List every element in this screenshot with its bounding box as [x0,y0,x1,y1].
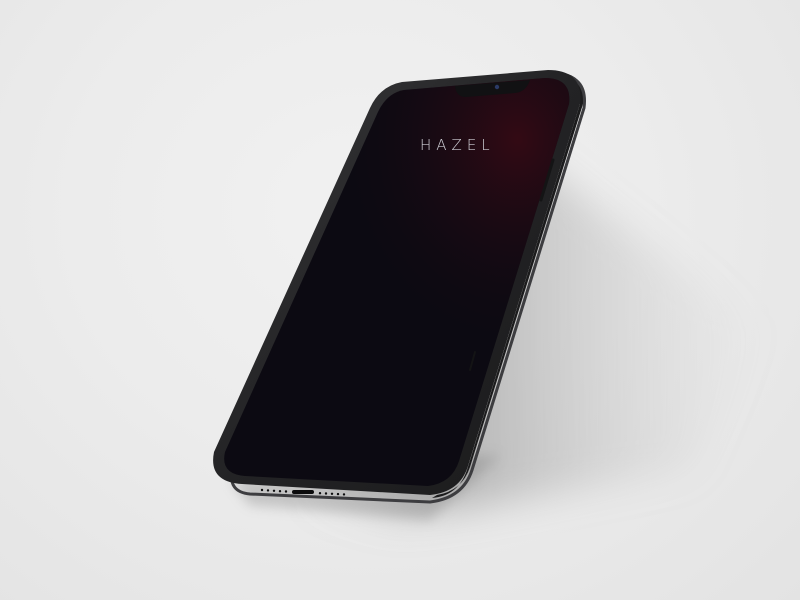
product-photo: HAZEL [0,0,800,600]
charging-port-icon [292,490,314,494]
phone-mockup: HAZEL [213,70,760,520]
brand-wordmark: HAZEL [420,136,495,154]
front-camera-icon [494,84,500,90]
